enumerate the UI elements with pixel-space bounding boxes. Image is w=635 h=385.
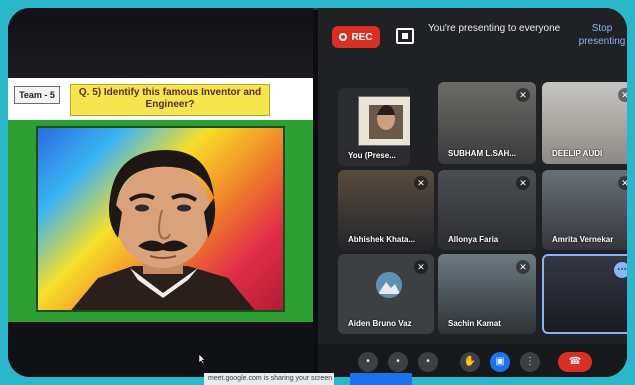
- participant-name: DEELIP AUDI: [552, 149, 603, 158]
- participant-name: Amrita Vernekar: [552, 235, 614, 244]
- monitor-photo: Team - 5 Q. 5) Identify this famous Inve…: [8, 8, 627, 377]
- camera-icon[interactable]: •: [388, 352, 408, 372]
- participant-name: Allonya Faria: [448, 235, 499, 244]
- participant-tile[interactable]: ✕ Aiden Bruno Vaz: [338, 254, 434, 334]
- participant-tile[interactable]: ✕ SUBHAM L.SAH...: [438, 82, 536, 164]
- mic-off-icon: ✕: [618, 88, 627, 102]
- avatar: [376, 272, 402, 298]
- team-label: Team - 5: [14, 86, 60, 104]
- rec-label: REC: [351, 31, 373, 43]
- participant-name: You (Prese...: [348, 151, 396, 160]
- mic-off-icon: ✕: [414, 260, 428, 274]
- captions-icon[interactable]: •: [418, 352, 438, 372]
- question-banner: Q. 5) Identify this famous Inventor and …: [70, 84, 270, 116]
- more-options-icon[interactable]: ⋯: [614, 262, 627, 278]
- participant-tile[interactable]: ✕ Sachin Kamat: [438, 254, 536, 334]
- shared-screen-bottom: [8, 322, 313, 377]
- recording-indicator[interactable]: REC: [332, 26, 380, 48]
- participant-name: SUBHAM L.SAH...: [448, 149, 516, 158]
- mic-off-icon: ✕: [516, 176, 530, 190]
- meet-panel: REC You're presenting to everyone Stop p…: [318, 8, 627, 377]
- mic-off-icon: ✕: [414, 176, 428, 190]
- mic-off-icon: ✕: [516, 260, 530, 274]
- slide-header: Team - 5 Q. 5) Identify this famous Inve…: [8, 78, 313, 120]
- self-preview-portrait: [359, 97, 410, 145]
- mic-icon[interactable]: •: [358, 352, 378, 372]
- quiz-slide: Team - 5 Q. 5) Identify this famous Inve…: [8, 78, 313, 322]
- participant-tile-active[interactable]: ⋯: [542, 254, 627, 334]
- presenting-status: You're presenting to everyone: [428, 23, 561, 34]
- participant-tile-you[interactable]: You (Prese...: [338, 88, 410, 166]
- record-icon: [339, 33, 348, 41]
- leave-call-icon[interactable]: ☎: [558, 352, 592, 372]
- mic-off-icon: ✕: [516, 88, 530, 102]
- mic-off-icon: ✕: [618, 176, 627, 190]
- stop-presenting-button[interactable]: Stop presenting: [572, 22, 627, 48]
- participant-name: Abhishek Khata...: [348, 235, 416, 244]
- participant-name: Aiden Bruno Vaz: [348, 319, 412, 328]
- portrait-illustration: [71, 150, 255, 310]
- participant-tile[interactable]: ✕ Allonya Faria: [438, 170, 536, 250]
- shared-screen: Team - 5 Q. 5) Identify this famous Inve…: [8, 8, 313, 377]
- participant-name: Sachin Kamat: [448, 319, 501, 328]
- raise-hand-icon[interactable]: ✋: [460, 352, 480, 372]
- inventor-portrait: [36, 126, 285, 312]
- more-icon[interactable]: ⋮: [520, 352, 540, 372]
- mountain-avatar-icon: [376, 272, 402, 298]
- mouse-cursor-icon: [198, 353, 206, 365]
- participant-tile[interactable]: ✕ DEELIP AUDI: [542, 82, 627, 164]
- self-preview-thumbnail: [358, 96, 410, 146]
- present-icon: [396, 28, 414, 44]
- present-now-icon[interactable]: ▣: [490, 352, 510, 372]
- participant-tile[interactable]: ✕ Amrita Vernekar: [542, 170, 627, 250]
- participant-tile[interactable]: ✕ Abhishek Khata...: [338, 170, 434, 250]
- shared-screen-top: [8, 8, 313, 78]
- screen-share-notice: meet.google.com is sharing your screen: [204, 373, 334, 385]
- stop-sharing-button[interactable]: [350, 373, 412, 385]
